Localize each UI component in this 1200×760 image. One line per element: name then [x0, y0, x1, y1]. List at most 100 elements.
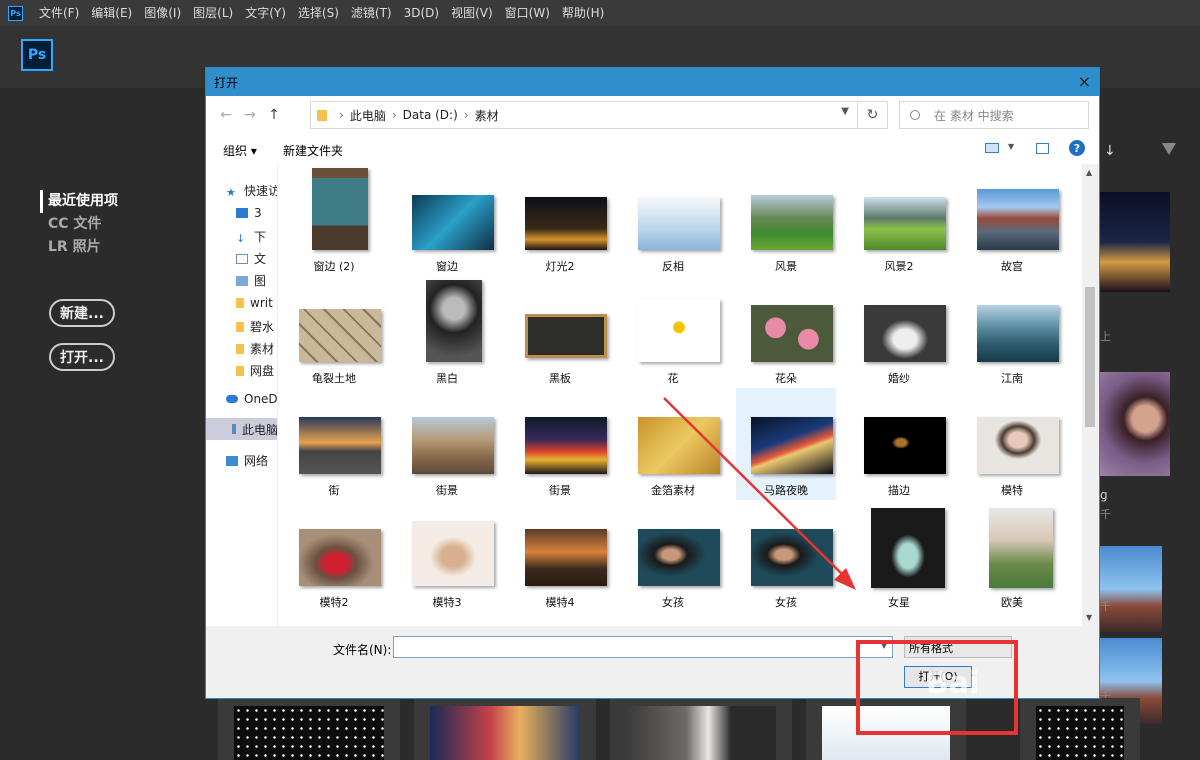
file-item[interactable]: 街景 [397, 388, 497, 500]
file-item[interactable]: 女孩 [623, 500, 723, 612]
file-item[interactable]: 金箔素材 [623, 388, 723, 500]
file-item[interactable]: 风景2 [849, 164, 949, 276]
preview-pane-icon[interactable] [1036, 143, 1049, 154]
chevron-right-icon[interactable]: › [392, 108, 397, 122]
file-item[interactable]: 江南 [962, 276, 1062, 388]
help-icon[interactable]: ? [1069, 140, 1085, 156]
nav-pinned-item[interactable]: 3 [236, 206, 262, 220]
up-arrow-icon[interactable]: ↑ [262, 107, 286, 123]
file-item[interactable]: 街景 [510, 388, 610, 500]
file-item[interactable]: 街 [284, 388, 384, 500]
menu-image[interactable]: 图像(I) [138, 0, 187, 26]
nav-pinned-item[interactable]: 文 [236, 250, 266, 267]
chevron-down-icon[interactable]: ▼ [841, 106, 849, 117]
nav-this-pc[interactable]: 此电脑 [206, 418, 277, 440]
scroll-up-icon[interactable]: ▲ [1086, 168, 1092, 177]
file-item[interactable]: 花 [623, 276, 723, 388]
nav-folder[interactable]: 网盘 [236, 362, 274, 379]
cloud-icon [226, 395, 238, 403]
file-item[interactable]: 窗边 [397, 164, 497, 276]
recent-thumbnail-label: 千 [1100, 508, 1111, 521]
file-item[interactable]: 欧美 [962, 500, 1062, 612]
scroll-down-icon[interactable]: ▼ [1086, 613, 1092, 622]
recent-file-card[interactable] [610, 698, 792, 760]
file-item[interactable]: 女星 [849, 500, 949, 612]
menu-3d[interactable]: 3D(D) [398, 0, 445, 26]
refresh-icon[interactable]: ↻ [858, 101, 888, 129]
scroll-thumb[interactable] [1085, 287, 1095, 427]
breadcrumb-this-pc[interactable]: 此电脑 [350, 107, 386, 124]
nav-pinned-item[interactable]: 图 [236, 272, 266, 289]
file-item[interactable]: 龟裂土地 [284, 276, 384, 388]
organize-menu[interactable]: 组织 ▾ [223, 142, 257, 159]
file-item[interactable]: 黑白 [397, 276, 497, 388]
file-item[interactable]: 模特 [962, 388, 1062, 500]
home-nav-cc-files[interactable]: CC 文件 [48, 213, 118, 236]
file-item[interactable]: 反相 [623, 164, 723, 276]
chevron-right-icon[interactable]: › [464, 108, 469, 122]
chevron-down-icon[interactable]: ▼ [1008, 142, 1014, 151]
nav-pinned-item[interactable]: ↓ 下 [236, 228, 266, 245]
file-item[interactable]: 风景 [736, 164, 836, 276]
nav-folder[interactable]: writ [236, 296, 273, 310]
menu-help[interactable]: 帮助(H) [556, 0, 610, 26]
file-item[interactable]: 模特2 [284, 500, 384, 612]
menu-layer[interactable]: 图层(L) [187, 0, 239, 26]
file-item[interactable]: 婚纱 [849, 276, 949, 388]
recent-file-card[interactable] [218, 698, 400, 760]
recent-thumbnail[interactable] [1100, 546, 1162, 632]
file-name: 描边 [888, 484, 910, 497]
breadcrumb-folder[interactable]: 素材 [475, 107, 499, 124]
file-item[interactable]: 灯光2 [510, 164, 610, 276]
filter-icon[interactable] [1162, 143, 1176, 155]
file-thumbnail [977, 417, 1059, 474]
menu-file[interactable]: 文件(F) [33, 0, 85, 26]
nav-quick-access[interactable]: ★ 快速访 [226, 182, 277, 199]
file-item[interactable]: 黑板 [510, 276, 610, 388]
new-folder-button[interactable]: 新建文件夹 [283, 142, 343, 159]
chevron-right-icon[interactable]: › [339, 108, 344, 122]
menu-select[interactable]: 选择(S) [292, 0, 345, 26]
back-arrow-icon[interactable]: ← [214, 107, 238, 123]
file-item[interactable]: 花朵 [736, 276, 836, 388]
menu-view[interactable]: 视图(V) [445, 0, 499, 26]
file-item[interactable]: 模特3 [397, 500, 497, 612]
nav-onedrive[interactable]: OneD [226, 392, 277, 406]
file-name: 风景2 [884, 260, 914, 273]
close-icon[interactable]: × [1078, 72, 1091, 91]
file-thumbnail [638, 299, 720, 362]
file-item-selected[interactable]: 马路夜晚 [736, 388, 836, 500]
recent-thumbnail[interactable] [1100, 192, 1170, 292]
file-name: 反相 [662, 260, 684, 273]
nav-network[interactable]: 网络 [226, 452, 268, 469]
filename-input[interactable] [393, 636, 893, 658]
recent-file-card[interactable] [1020, 698, 1140, 760]
breadcrumb-drive[interactable]: Data (D:) [403, 108, 458, 122]
vertical-scrollbar[interactable]: ▲ ▼ [1082, 164, 1099, 626]
photoshop-home-logo-icon[interactable]: Ps [21, 39, 53, 71]
file-name: 欧美 [1001, 596, 1023, 609]
home-nav-lr-photos[interactable]: LR 照片 [48, 236, 118, 259]
nav-folder[interactable]: 素材 [236, 340, 274, 357]
sort-down-icon[interactable]: ↓ [1104, 143, 1116, 159]
file-item[interactable]: 女孩 [736, 500, 836, 612]
menu-filter[interactable]: 滤镜(T) [345, 0, 398, 26]
home-nav-recent[interactable]: 最近使用项 [40, 190, 118, 213]
file-item[interactable]: 描边 [849, 388, 949, 500]
recent-thumbnail[interactable] [1100, 372, 1170, 476]
menu-edit[interactable]: 编辑(E) [85, 0, 138, 26]
recent-file-card[interactable] [414, 698, 596, 760]
nav-folder[interactable]: 碧水 [236, 318, 274, 335]
dialog-title-bar[interactable]: 打开 × [206, 68, 1099, 96]
file-item[interactable]: 模特4 [510, 500, 610, 612]
menu-window[interactable]: 窗口(W) [499, 0, 556, 26]
open-button-home[interactable]: 打开... [49, 343, 115, 371]
forward-arrow-icon[interactable]: → [238, 107, 262, 123]
search-input[interactable]: 在 素材 中搜索 [899, 101, 1089, 129]
view-mode-icon[interactable] [985, 143, 999, 153]
file-item[interactable]: 窗边 (2) [284, 164, 384, 276]
breadcrumb[interactable]: › 此电脑 › Data (D:) › 素材 ▼ [310, 101, 858, 129]
menu-type[interactable]: 文字(Y) [239, 0, 292, 26]
file-item[interactable]: 故宫 [962, 164, 1062, 276]
new-button[interactable]: 新建... [49, 299, 115, 327]
